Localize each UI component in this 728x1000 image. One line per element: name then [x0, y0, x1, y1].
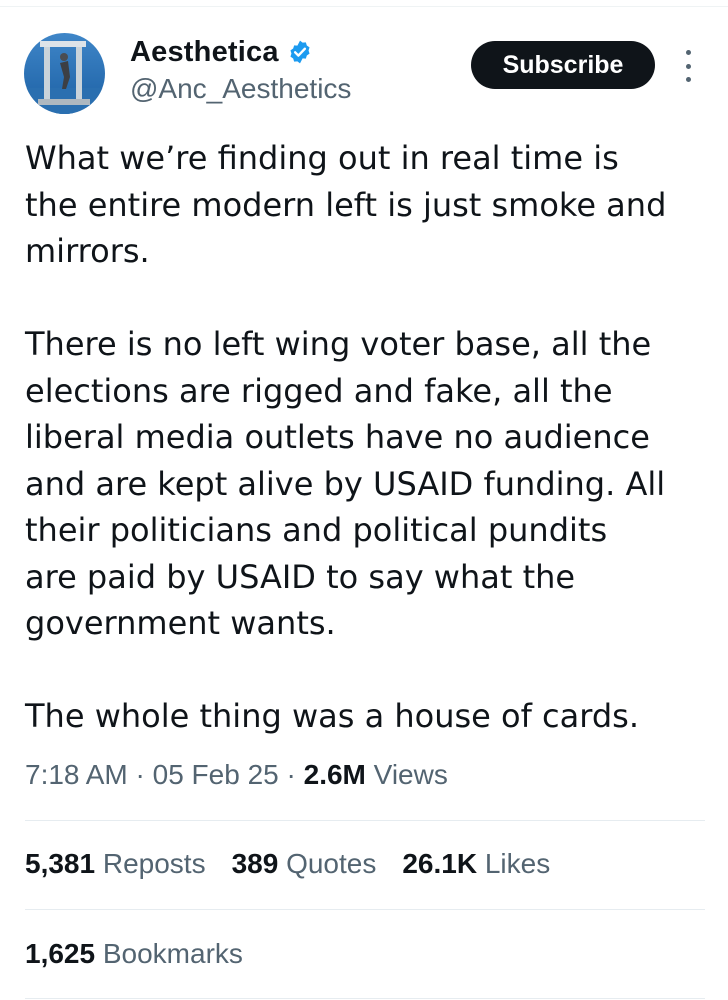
tweet-line: government wants. — [25, 604, 336, 642]
engagement-stats: 5,381 Reposts 389 Quotes 26.1K Likes — [25, 848, 576, 880]
views-label: Views — [365, 759, 448, 790]
meta-separator: · — [127, 759, 153, 790]
author-handle[interactable]: @Anc_Aesthetics — [130, 73, 351, 105]
tweet-line: are paid by USAID to say what the — [25, 557, 576, 596]
reposts-stat[interactable]: 5,381 Reposts — [25, 848, 206, 880]
more-dot — [685, 50, 691, 55]
divider — [25, 909, 705, 910]
top-divider — [0, 6, 728, 7]
bookmarks-count: 1,625 — [25, 938, 96, 969]
quotes-stat[interactable]: 389 Quotes — [232, 848, 377, 880]
tweet-line: their politicians and political pundits — [25, 511, 608, 549]
bookmarks-stat[interactable]: 1,625 Bookmarks — [25, 938, 243, 970]
quotes-label: Quotes — [278, 848, 377, 879]
tweet-line: liberal media outlets have no audience — [25, 418, 650, 456]
tweet-paragraph: The whole thing was a house of cards. — [25, 693, 715, 740]
tweet-line: There is no left wing voter base, all th… — [25, 325, 652, 363]
more-vertical-icon[interactable] — [678, 50, 698, 82]
tweet-time[interactable]: 7:18 AM — [25, 759, 128, 790]
likes-label: Likes — [477, 848, 551, 879]
tweet-line: What we’re finding out in real time is — [25, 139, 619, 177]
views-count: 2.6M — [303, 759, 366, 790]
divider — [25, 998, 705, 999]
tweet-meta: 7:18 AM · 05 Feb 25 · 2.6M Views — [25, 759, 448, 791]
reposts-label: Reposts — [95, 848, 206, 879]
meta-separator: · — [278, 759, 304, 790]
more-dot — [685, 63, 691, 69]
verified-badge-icon — [290, 40, 310, 64]
bookmarks-label: Bookmarks — [95, 938, 243, 969]
divider — [25, 820, 705, 821]
tweet-line: mirrors. — [25, 232, 150, 270]
tweet-line: elections are rigged and fake, all the — [25, 371, 613, 410]
tweet-line: the entire modern left is just smoke and — [25, 185, 667, 224]
more-dot — [685, 77, 691, 82]
author-display-name[interactable]: Aesthetica — [130, 36, 279, 69]
tweet-line: and are kept alive by USAID funding. All — [25, 464, 666, 503]
tweet-line: The whole thing was a house of cards. — [25, 697, 639, 735]
tweet-date[interactable]: 05 Feb 25 — [153, 759, 279, 790]
subscribe-button[interactable]: Subscribe — [471, 41, 655, 89]
likes-stat[interactable]: 26.1K Likes — [402, 848, 550, 880]
author-name-row[interactable]: Aesthetica — [130, 32, 313, 72]
tweet-paragraph: What we’re finding out in real time is t… — [25, 135, 715, 275]
avatar-image — [24, 33, 105, 114]
likes-count: 26.1K — [402, 848, 478, 879]
quotes-count: 389 — [231, 848, 279, 879]
tweet-paragraph: There is no left wing voter base, all th… — [25, 321, 715, 647]
avatar[interactable] — [24, 33, 105, 114]
tweet-text: What we’re finding out in real time is t… — [25, 135, 715, 740]
reposts-count: 5,381 — [25, 848, 96, 879]
